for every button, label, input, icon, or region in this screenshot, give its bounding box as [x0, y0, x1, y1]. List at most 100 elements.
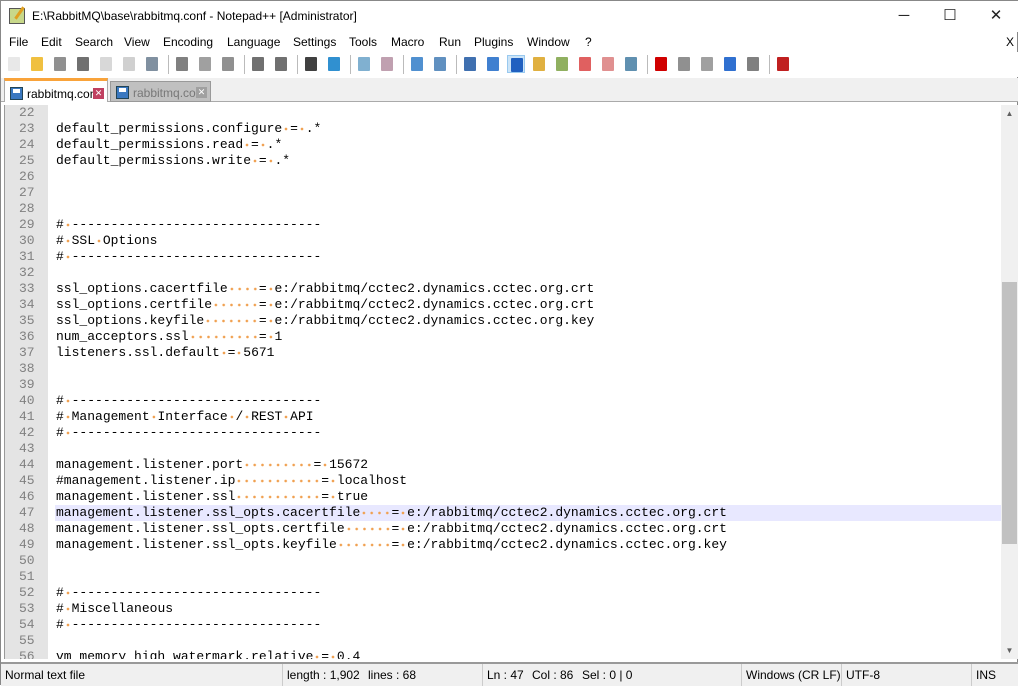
monitoring-button[interactable]: [622, 55, 640, 73]
code-line[interactable]: 23 default_permissions.configure = .*: [5, 121, 1001, 137]
undo-button[interactable]: [249, 55, 267, 73]
save-macro-button[interactable]: [744, 55, 762, 73]
code-line[interactable]: 36 num_acceptors.ssl = 1: [5, 329, 1001, 345]
close-tab-icon[interactable]: ✕: [93, 88, 104, 99]
paste-button[interactable]: [219, 55, 237, 73]
sync-horizontal-button[interactable]: [431, 55, 449, 73]
record-macro-button[interactable]: [652, 55, 670, 73]
close-tab-icon[interactable]: ✕: [196, 87, 207, 98]
menu-view[interactable]: View: [124, 35, 150, 49]
code-line[interactable]: 45 #management.listener.ip = localhost: [5, 473, 1001, 489]
scrollbar-thumb[interactable]: [1002, 282, 1017, 544]
code-line[interactable]: 49 management.listener.ssl_opts.keyfile =…: [5, 537, 1001, 553]
code-line[interactable]: 26: [5, 169, 1001, 185]
stop-macro-button[interactable]: [675, 55, 693, 73]
function-list-button[interactable]: [576, 55, 594, 73]
document-map-button[interactable]: [553, 55, 571, 73]
word-wrap-button[interactable]: [461, 55, 479, 73]
code-line[interactable]: 30 # SSL Options: [5, 233, 1001, 249]
code-line[interactable]: 38: [5, 361, 1001, 377]
tab-rabbitmq-conf-active[interactable]: rabbitmq.conf ✕: [4, 78, 108, 102]
code-line[interactable]: 53 # Miscellaneous: [5, 601, 1001, 617]
run-macro-multiple-button[interactable]: [721, 55, 739, 73]
redo-button[interactable]: [272, 55, 290, 73]
menu-window[interactable]: Window: [527, 35, 570, 49]
code-line[interactable]: 48 management.listener.ssl_opts.certfile …: [5, 521, 1001, 537]
close-document-button[interactable]: X: [1006, 35, 1014, 49]
show-all-characters-button[interactable]: [484, 55, 502, 73]
menu-edit[interactable]: Edit: [41, 35, 62, 49]
menu-settings[interactable]: Settings: [293, 35, 336, 49]
code-line[interactable]: 51: [5, 569, 1001, 585]
code-line[interactable]: 33 ssl_options.cacertfile = e:/rabbitmq/c…: [5, 281, 1001, 297]
minimize-button[interactable]: ─: [881, 1, 927, 32]
menu-file[interactable]: File: [9, 35, 28, 49]
spell-check-button[interactable]: [774, 55, 792, 73]
cut-button[interactable]: [173, 55, 191, 73]
code-line[interactable]: 43: [5, 441, 1001, 457]
new-file-button[interactable]: [5, 55, 23, 73]
code-line[interactable]: 31 # --------------------------------: [5, 249, 1001, 265]
code-line[interactable]: 40 # --------------------------------: [5, 393, 1001, 409]
code-line[interactable]: 50: [5, 553, 1001, 569]
save-all-button[interactable]: [74, 55, 92, 73]
scroll-up-icon[interactable]: ▲: [1001, 105, 1018, 122]
code-line[interactable]: 27: [5, 185, 1001, 201]
indent-guide-button[interactable]: [507, 55, 525, 73]
scroll-down-icon[interactable]: ▼: [1001, 642, 1018, 659]
play-macro-button[interactable]: [698, 55, 716, 73]
replace-button[interactable]: [325, 55, 343, 73]
copy-button[interactable]: [196, 55, 214, 73]
vertical-scrollbar[interactable]: ▲ ▼: [1001, 105, 1018, 659]
code-line[interactable]: 37 listeners.ssl.default = 5671: [5, 345, 1001, 361]
status-insert-mode[interactable]: INS: [971, 664, 1001, 686]
close-button[interactable]: [97, 55, 115, 73]
menu-language[interactable]: Language: [227, 35, 280, 49]
code-line[interactable]: 54 # --------------------------------: [5, 617, 1001, 633]
code-line[interactable]: 29 # --------------------------------: [5, 217, 1001, 233]
maximize-button[interactable]: ☐: [927, 1, 973, 32]
code-line[interactable]: 44 management.listener.port = 15672: [5, 457, 1001, 473]
line-text: vm_memory_high_watermark.relative = 0.4: [55, 649, 1001, 659]
code-line[interactable]: 56 vm_memory_high_watermark.relative = 0.…: [5, 649, 1001, 659]
code-line[interactable]: 39: [5, 377, 1001, 393]
close-all-button[interactable]: [120, 55, 138, 73]
code-line[interactable]: 42 # --------------------------------: [5, 425, 1001, 441]
code-line[interactable]: 32: [5, 265, 1001, 281]
menu-run[interactable]: Run: [439, 35, 461, 49]
print-button[interactable]: [143, 55, 161, 73]
code-line[interactable]: 52 # --------------------------------: [5, 585, 1001, 601]
code-line[interactable]: 55: [5, 633, 1001, 649]
sync-vertical-button[interactable]: [408, 55, 426, 73]
zoom-in-button[interactable]: [355, 55, 373, 73]
folder-workspace-button[interactable]: [599, 55, 617, 73]
line-number: 31: [19, 249, 35, 264]
code-line[interactable]: 28: [5, 201, 1001, 217]
menu-macro[interactable]: Macro: [391, 35, 424, 49]
menu-help[interactable]: ?: [585, 35, 592, 49]
open-file-button[interactable]: [28, 55, 46, 73]
line-text: num_acceptors.ssl = 1: [56, 329, 283, 344]
sync-horizontal-icon: [434, 57, 446, 71]
code-line[interactable]: 22: [5, 105, 1001, 121]
menu-plugins[interactable]: Plugins: [474, 35, 513, 49]
menu-encoding[interactable]: Encoding: [163, 35, 213, 49]
status-encoding[interactable]: UTF-8: [841, 664, 969, 686]
code-line[interactable]: 35 ssl_options.keyfile = e:/rabbitmq/ccte…: [5, 313, 1001, 329]
code-line[interactable]: 47 management.listener.ssl_opts.cacertfil…: [5, 505, 1001, 521]
tab-rabbitmq-conf[interactable]: rabbitmq.conf ✕: [110, 81, 211, 102]
find-button[interactable]: [302, 55, 320, 73]
code-line[interactable]: 34 ssl_options.certfile = e:/rabbitmq/cct…: [5, 297, 1001, 313]
menu-search[interactable]: Search: [75, 35, 113, 49]
code-line[interactable]: 46 management.listener.ssl = true: [5, 489, 1001, 505]
code-line[interactable]: 25 default_permissions.write = .*: [5, 153, 1001, 169]
code-line[interactable]: 41 # Management Interface / REST API: [5, 409, 1001, 425]
menu-tools[interactable]: Tools: [349, 35, 377, 49]
close-window-button[interactable]: ✕: [973, 1, 1018, 32]
user-language-button[interactable]: [530, 55, 548, 73]
zoom-out-button[interactable]: [378, 55, 396, 73]
save-button[interactable]: [51, 55, 69, 73]
text-editor[interactable]: 22 23 default_permissions.configure = .* 24…: [4, 105, 1001, 659]
code-line[interactable]: 24 default_permissions.read = .*: [5, 137, 1001, 153]
status-eol[interactable]: Windows (CR LF): [741, 664, 841, 686]
